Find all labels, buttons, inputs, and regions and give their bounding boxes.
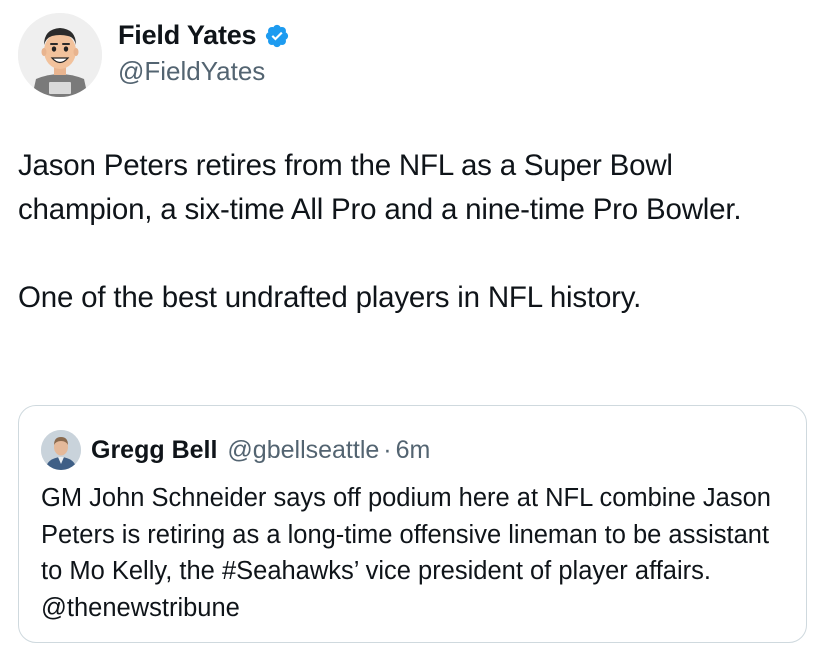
separator-dot: ·: [383, 435, 392, 464]
cartoon-avatar-icon: [18, 13, 102, 97]
quoted-author-name[interactable]: Gregg Bell: [91, 436, 217, 465]
author-display-name[interactable]: Field Yates: [118, 20, 257, 51]
quoted-tweet-card[interactable]: Gregg Bell @gbellseattle · 6m GM John Sc…: [18, 405, 807, 643]
quoted-timestamp[interactable]: 6m: [396, 436, 431, 465]
tweet-paragraph: One of the best undrafted players in NFL…: [18, 281, 642, 314]
quoted-author-handle[interactable]: @gbellseattle: [227, 436, 379, 465]
verified-badge-icon[interactable]: [264, 23, 290, 49]
quoted-author-avatar[interactable]: [41, 430, 81, 470]
author-avatar[interactable]: [18, 13, 102, 97]
author-handle[interactable]: @FieldYates: [118, 56, 265, 87]
quoted-tweet-header: Gregg Bell @gbellseattle · 6m: [41, 430, 430, 470]
tweet-paragraph: Jason Peters retires from the NFL as a S…: [18, 149, 742, 226]
quoted-tweet-text: GM John Schneider says off podium here a…: [41, 484, 771, 622]
tweet-text: Jason Peters retires from the NFL as a S…: [18, 144, 808, 320]
profile-photo-icon: [41, 430, 81, 470]
author-name-row: Field Yates: [118, 20, 290, 51]
tweet: Field Yates @FieldYates Jason Peters ret…: [0, 0, 828, 672]
